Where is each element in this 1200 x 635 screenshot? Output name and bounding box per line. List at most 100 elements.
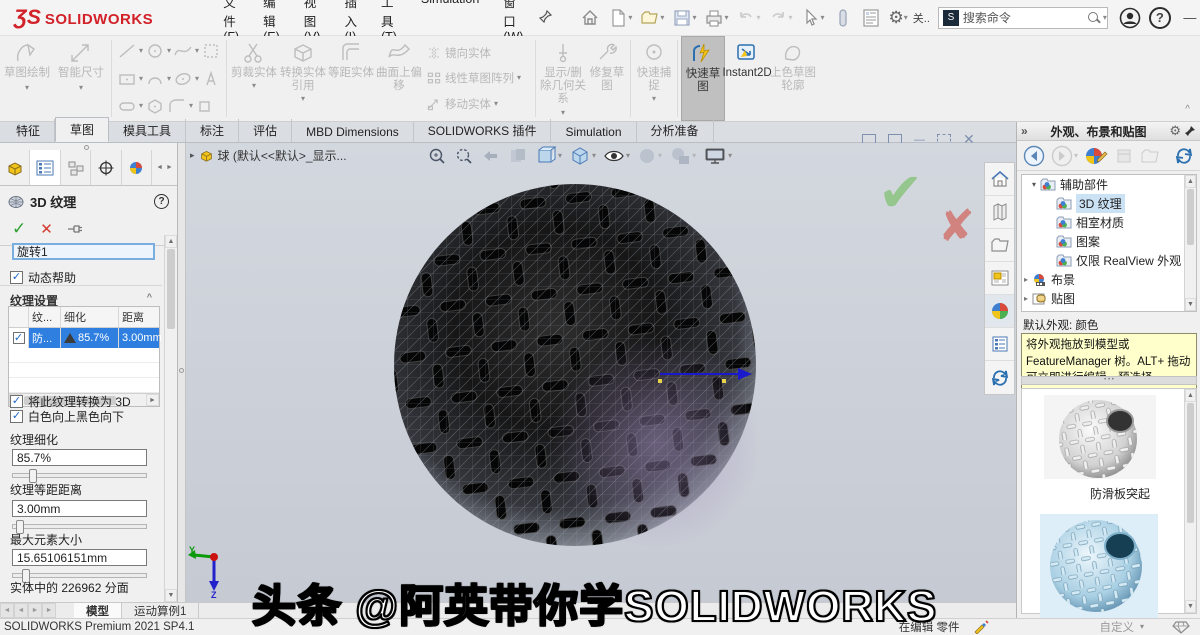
white-up-black-down-checkbox[interactable]: ✓ 白色向上黑色向下: [10, 408, 124, 425]
search-icon[interactable]: [1087, 11, 1101, 25]
max-element-slider[interactable]: [12, 573, 147, 578]
configuration-manager-tab[interactable]: [61, 150, 91, 185]
smart-dimension-button[interactable]: 智能尺寸 ▾: [54, 36, 108, 121]
view-orientation-button[interactable]: ▾: [534, 145, 563, 167]
instant2d-button[interactable]: Instant2D: [725, 36, 769, 121]
panel-splitter-handle[interactable]: [84, 145, 89, 150]
col-refinement[interactable]: 细化: [61, 307, 119, 327]
tab-evaluate[interactable]: 评估: [239, 119, 292, 142]
appearances-scenes-button[interactable]: [985, 295, 1014, 328]
motion-study-tab[interactable]: 运动算例1: [122, 603, 199, 618]
rectangle-caret[interactable]: ▾: [139, 75, 143, 83]
thumbs-scroll-up[interactable]: ▲: [1185, 389, 1196, 402]
new-document-button[interactable]: ▾: [605, 6, 635, 30]
scenes-expand-arrow[interactable]: ▸: [1024, 275, 1028, 284]
repair-sketch-button[interactable]: 修复草图: [587, 36, 627, 121]
pane-options-gear-icon[interactable]: ⚙: [1169, 123, 1181, 139]
ellipse-caret[interactable]: ▾: [195, 75, 199, 83]
thumbs-scroll-thumb[interactable]: [1187, 403, 1194, 523]
sketch-button[interactable]: 草图绘制 ▾: [0, 36, 54, 121]
file-properties-button[interactable]: [858, 6, 884, 30]
solidworks-forum-button[interactable]: [985, 361, 1014, 394]
model-sphere[interactable]: [394, 184, 761, 548]
tab-nav-prev[interactable]: ◄: [14, 603, 28, 618]
help-button[interactable]: ?: [1146, 5, 1174, 31]
tab-features[interactable]: 特征: [2, 119, 55, 142]
col-texture[interactable]: 纹...: [29, 307, 61, 327]
pm-scroll-thumb[interactable]: [167, 249, 175, 329]
manager-tabs-right-arrow[interactable]: ►: [166, 164, 173, 171]
spline-caret[interactable]: ▾: [195, 47, 199, 55]
back-button[interactable]: [1023, 145, 1045, 167]
tab-analysis-prep[interactable]: 分析准备: [637, 119, 714, 142]
tab-nav-first[interactable]: ◄: [0, 603, 14, 618]
panel-viewport-splitter[interactable]: [178, 143, 186, 602]
trim-entities-button[interactable]: 剪裁实体 ▾: [230, 36, 278, 121]
design-library-button[interactable]: [985, 196, 1014, 229]
zoom-area-button[interactable]: [453, 145, 475, 167]
home-button[interactable]: [577, 6, 603, 30]
menu-pin-icon[interactable]: [539, 9, 553, 26]
tags-icon[interactable]: [1172, 620, 1190, 634]
linear-pattern-button[interactable]: 线性草图阵列 ▾: [426, 69, 530, 87]
tab-mbd-dimensions[interactable]: MBD Dimensions: [292, 122, 414, 142]
forward-button[interactable]: ▾: [1051, 145, 1078, 167]
thumbnail-anti-slip-2[interactable]: 防滑板突起 2: [1022, 502, 1196, 635]
customize-caret[interactable]: ▾: [1140, 623, 1144, 631]
tree-scrollbar[interactable]: ▲ ▼: [1184, 175, 1196, 311]
save-appearance-icon[interactable]: [1114, 146, 1134, 166]
print-button[interactable]: ▾: [701, 6, 731, 30]
tab-mold-tools[interactable]: 模具工具: [109, 119, 186, 142]
tab-addins[interactable]: SOLIDWORKS 插件: [414, 119, 552, 142]
open-document-button[interactable]: ▾: [637, 6, 667, 30]
refinement-input[interactable]: 85.7%: [12, 449, 147, 466]
arc-icon[interactable]: [145, 70, 165, 88]
custom-properties-button[interactable]: [985, 328, 1014, 361]
pm-ok-button[interactable]: ✓: [12, 219, 26, 239]
ribbon-collapse-caret[interactable]: ^: [1185, 104, 1190, 115]
search-options-caret[interactable]: ▾: [1103, 14, 1107, 22]
offset-distance-slider[interactable]: [12, 524, 147, 529]
table-scroll-right[interactable]: ►: [146, 394, 159, 406]
feature-manager-tab[interactable]: [0, 150, 30, 185]
pane-splitter[interactable]: • • •: [1021, 376, 1197, 385]
pm-scroll-down[interactable]: ▼: [165, 589, 177, 602]
select-button[interactable]: ▾: [798, 6, 828, 30]
magnet-mate-icon[interactable]: [830, 6, 856, 30]
undo-button[interactable]: ▾: [733, 6, 763, 30]
offset-entities-button[interactable]: 等距实体: [328, 36, 374, 121]
texture-table-row[interactable]: ✓ 防... 85.7% 3.00mm: [9, 328, 159, 348]
minimize-button[interactable]: —: [1176, 5, 1200, 31]
tree-scroll-thumb[interactable]: [1187, 189, 1194, 245]
zoom-fit-button[interactable]: [426, 145, 448, 167]
slot-icon[interactable]: [117, 97, 137, 115]
pane-pin-icon[interactable]: [1184, 125, 1196, 137]
tree-item-scenes[interactable]: ▸ 布景: [1022, 270, 1196, 289]
account-button[interactable]: [1116, 5, 1144, 31]
fillet-icon[interactable]: [167, 97, 187, 115]
max-element-input[interactable]: 15.65106151mm: [12, 549, 147, 566]
search-input[interactable]: S 搜索命令 ▾: [938, 7, 1108, 29]
rapid-sketch-button[interactable]: 快速草图: [681, 36, 725, 121]
open-appearance-folder-icon[interactable]: [1140, 146, 1160, 166]
line-caret[interactable]: ▾: [139, 47, 143, 55]
surface-offset-button[interactable]: 曲面上偏移: [374, 36, 424, 121]
graphics-area[interactable]: ▸ 球 (默认<<默认>_显示... ▾ ▾ ▾ ▾ ▾ ▾ ✔ ✘ Y Z: [186, 143, 1016, 602]
confirm-ok-mark[interactable]: ✔: [878, 161, 923, 224]
breadcrumb[interactable]: ▸ 球 (默认<<默认>_显示...: [190, 147, 347, 164]
fillet-caret[interactable]: ▾: [189, 102, 193, 110]
sketch-picture-icon[interactable]: [201, 42, 221, 60]
arc-caret[interactable]: ▾: [167, 75, 171, 83]
dimxpert-manager-tab[interactable]: [91, 150, 121, 185]
tab-annotation[interactable]: 标注: [186, 119, 239, 142]
tree-item-camera-material[interactable]: 相室材质: [1022, 213, 1196, 232]
edit-appearance-ball-icon[interactable]: [1084, 145, 1108, 167]
circle-icon[interactable]: [145, 42, 165, 60]
save-button[interactable]: ▾: [669, 6, 699, 30]
mirror-entities-button[interactable]: 镜向实体: [426, 44, 530, 62]
property-manager-tab[interactable]: [30, 150, 60, 185]
circle-caret[interactable]: ▾: [167, 47, 171, 55]
texture-name-field[interactable]: 旋转1: [12, 243, 155, 260]
decals-expand-arrow[interactable]: ▸: [1024, 294, 1028, 303]
thumbs-scroll-down[interactable]: ▼: [1185, 600, 1196, 613]
